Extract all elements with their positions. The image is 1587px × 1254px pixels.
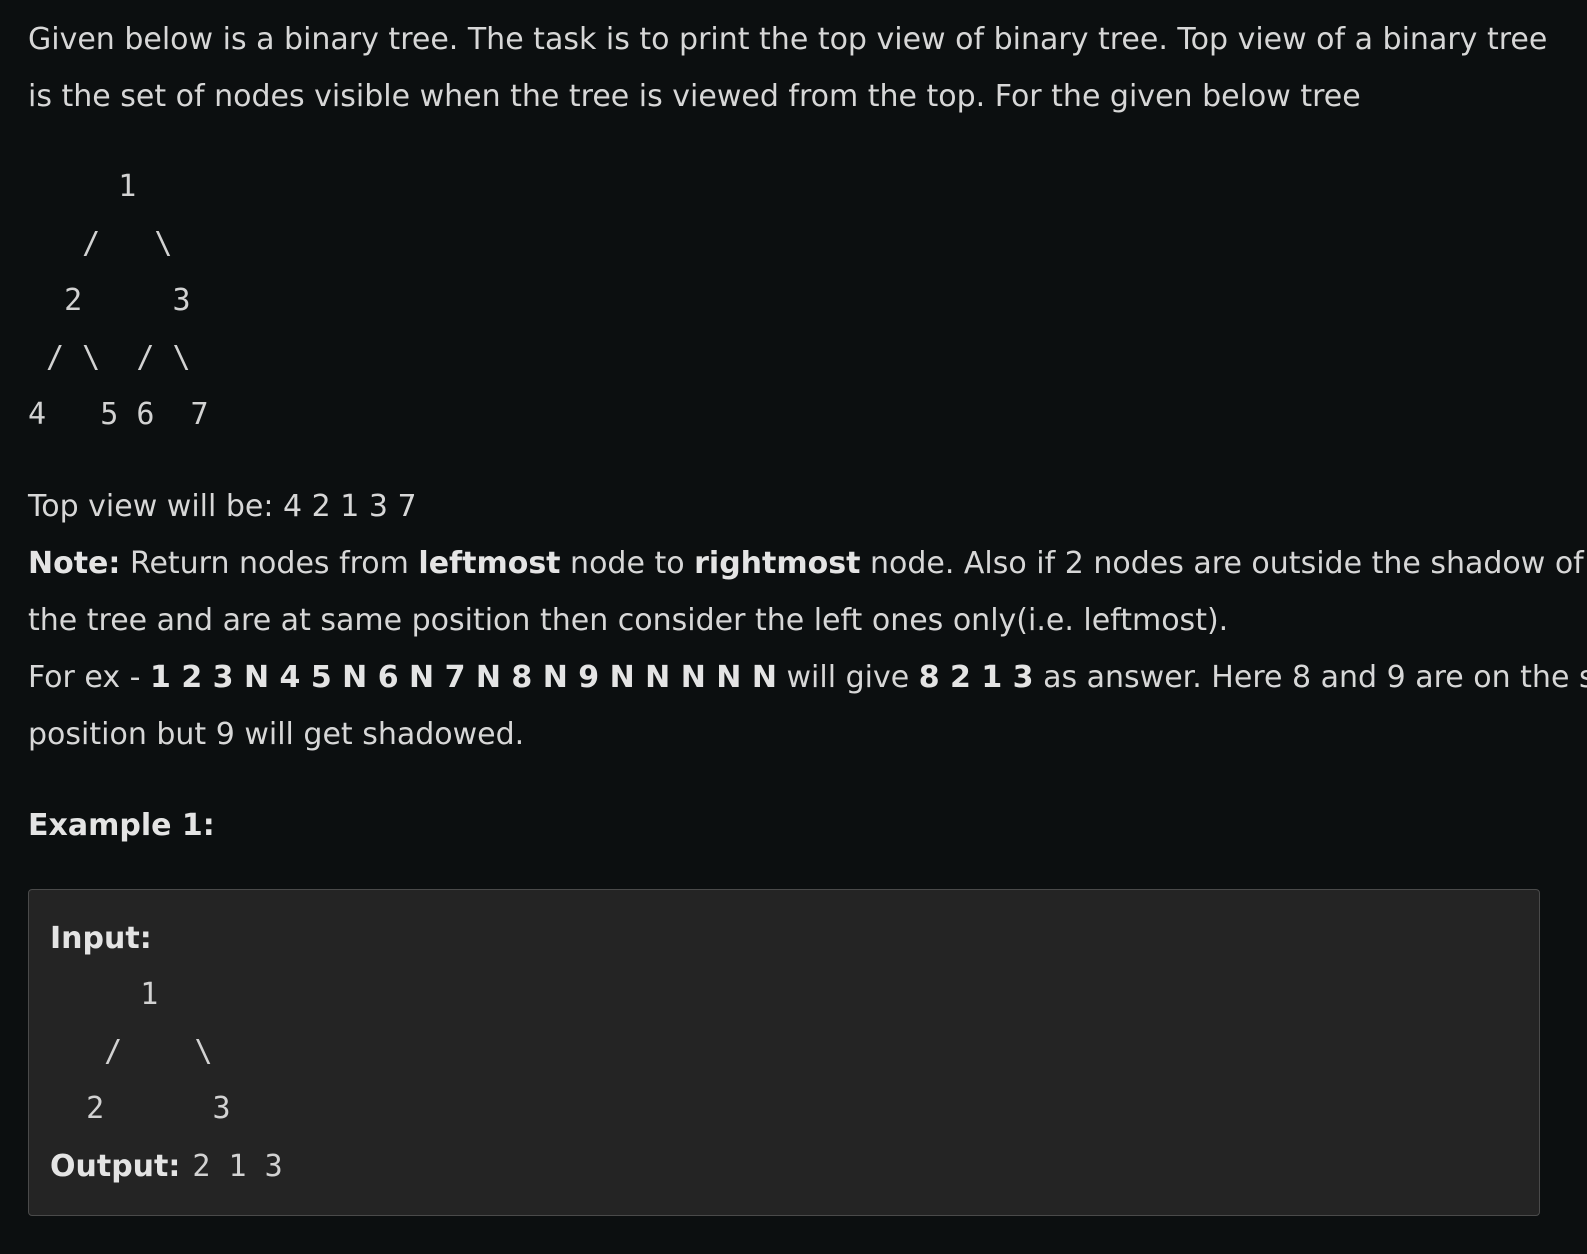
note-text: Return nodes from bbox=[120, 546, 419, 581]
output-line: Output: 2 1 3 bbox=[50, 1147, 283, 1187]
example-answer: 8 2 1 3 bbox=[918, 660, 1034, 695]
tree-row: 4 5 6 7 bbox=[28, 397, 209, 432]
input-label: Input: bbox=[50, 921, 152, 956]
leftmost-emphasis: leftmost bbox=[418, 546, 561, 581]
tree-row: 1 bbox=[28, 169, 137, 204]
tree-row: 2 3 bbox=[28, 283, 191, 318]
example-input-sequence: 1 2 3 N 4 5 N 6 N 7 N 8 N 9 N N N N N bbox=[150, 660, 777, 695]
example-note-line-2: position but 9 will get shadowed. bbox=[28, 717, 525, 752]
rightmost-emphasis: rightmost bbox=[694, 546, 861, 581]
tree-row: / \ / \ bbox=[28, 340, 191, 375]
problem-statement: Given below is a binary tree. The task i… bbox=[0, 0, 1587, 1254]
note-line-1: Note: Return nodes from leftmost node to… bbox=[28, 535, 1584, 592]
note-line-2: the tree and are at same position then c… bbox=[28, 603, 1229, 638]
input-tree-row: 1 bbox=[50, 977, 159, 1012]
tree-row: / \ bbox=[28, 226, 173, 261]
example-1-box: Input: 1 / \ 2 3 Output: 2 1 3 bbox=[28, 889, 1540, 1216]
note-label: Note: bbox=[28, 546, 121, 581]
example-middle: will give bbox=[776, 660, 919, 695]
note-text: node. Also if 2 nodes are outside the sh… bbox=[860, 546, 1584, 581]
input-tree-row: / \ bbox=[50, 1034, 213, 1069]
intro-line-2: is the set of nodes visible when the tre… bbox=[28, 79, 1361, 114]
intro-line-1: Given below is a binary tree. The task i… bbox=[28, 22, 1548, 57]
input-tree-row: 2 3 bbox=[50, 1091, 231, 1126]
output-value: 2 1 3 bbox=[192, 1149, 283, 1184]
example-note-line-1: For ex - 1 2 3 N 4 5 N 6 N 7 N 8 N 9 N N… bbox=[28, 649, 1587, 706]
output-label: Output: bbox=[50, 1149, 181, 1184]
top-view-result: Top view will be: 4 2 1 3 7 bbox=[28, 489, 417, 524]
example-suffix: as answer. Here 8 and 9 are on the same bbox=[1043, 660, 1587, 695]
example-prefix: For ex - bbox=[28, 660, 150, 695]
example-1-heading: Example 1: bbox=[28, 808, 215, 843]
note-text: node to bbox=[560, 546, 695, 581]
